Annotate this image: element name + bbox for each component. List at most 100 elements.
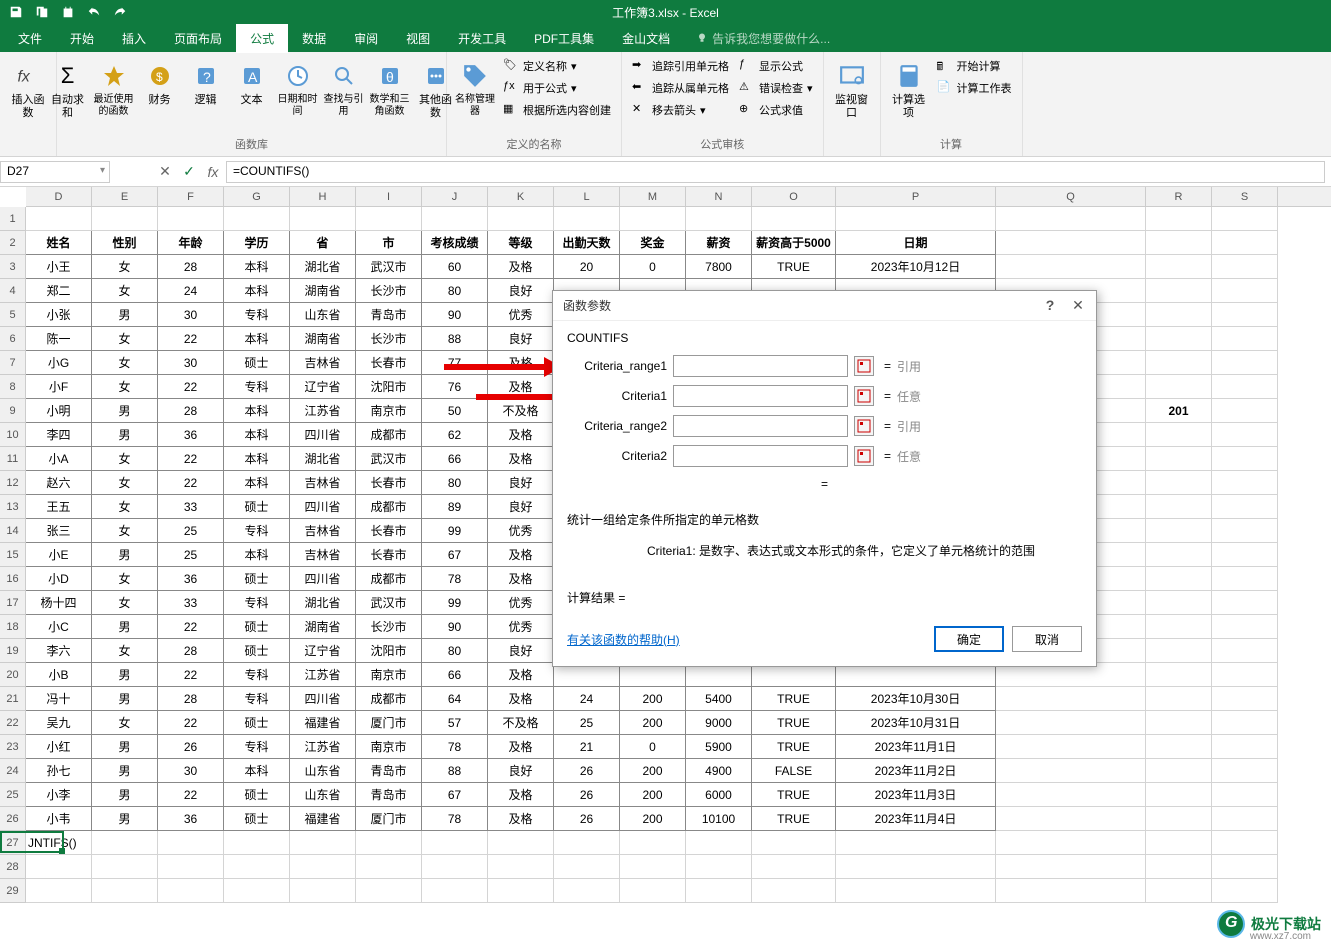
table-cell[interactable]: 山东省: [290, 783, 356, 807]
col-header[interactable]: D: [26, 187, 92, 206]
tab-wps[interactable]: 金山文档: [608, 24, 684, 53]
range-picker-1[interactable]: [854, 356, 874, 376]
table-cell[interactable]: 9000: [686, 711, 752, 735]
table-cell[interactable]: 小李: [26, 783, 92, 807]
table-cell[interactable]: 2023年11月1日: [836, 735, 996, 759]
active-cell[interactable]: JNTIFS(): [26, 831, 92, 855]
table-cell[interactable]: 30: [158, 303, 224, 327]
table-cell[interactable]: 200: [620, 759, 686, 783]
table-cell[interactable]: 25: [158, 519, 224, 543]
table-cell[interactable]: 专科: [224, 519, 290, 543]
table-cell[interactable]: 36: [158, 423, 224, 447]
table-cell[interactable]: 武汉市: [356, 255, 422, 279]
name-box[interactable]: D27: [0, 161, 110, 183]
logical-button[interactable]: ?逻辑: [184, 56, 228, 134]
table-cell[interactable]: 山东省: [290, 759, 356, 783]
row-header[interactable]: 25: [0, 783, 26, 807]
table-cell[interactable]: 女: [92, 447, 158, 471]
table-header-cell[interactable]: 姓名: [26, 231, 92, 255]
table-cell[interactable]: 小B: [26, 663, 92, 687]
table-cell[interactable]: 女: [92, 255, 158, 279]
table-cell[interactable]: 成都市: [356, 495, 422, 519]
table-cell[interactable]: 24: [158, 279, 224, 303]
table-cell[interactable]: 66: [422, 663, 488, 687]
row-header[interactable]: 23: [0, 735, 26, 759]
enter-icon[interactable]: ✓: [178, 161, 200, 183]
row-header[interactable]: 27: [0, 831, 26, 855]
table-cell[interactable]: 及格: [488, 567, 554, 591]
table-cell[interactable]: 江苏省: [290, 663, 356, 687]
table-cell[interactable]: 福建省: [290, 807, 356, 831]
recent-button[interactable]: 最近使用的函数: [92, 56, 136, 134]
row-header[interactable]: 21: [0, 687, 26, 711]
table-cell[interactable]: 良好: [488, 759, 554, 783]
table-cell[interactable]: 小C: [26, 615, 92, 639]
table-cell[interactable]: 长春市: [356, 543, 422, 567]
table-cell[interactable]: 99: [422, 591, 488, 615]
table-cell[interactable]: 本科: [224, 423, 290, 447]
table-cell[interactable]: 男: [92, 807, 158, 831]
define-name-button[interactable]: 🏷定义名称 ▾: [499, 56, 615, 76]
mathtrig-button[interactable]: θ数学和三角函数: [368, 56, 412, 134]
table-cell[interactable]: 28: [158, 399, 224, 423]
table-cell[interactable]: 硕士: [224, 711, 290, 735]
row-header[interactable]: 11: [0, 447, 26, 471]
redo-icon[interactable]: [110, 2, 130, 22]
table-cell[interactable]: 及格: [488, 423, 554, 447]
table-cell[interactable]: 33: [158, 495, 224, 519]
table-cell[interactable]: 长春市: [356, 471, 422, 495]
table-cell[interactable]: 李四: [26, 423, 92, 447]
table-cell[interactable]: 沈阳市: [356, 375, 422, 399]
table-header-cell[interactable]: 考核成绩: [422, 231, 488, 255]
autosum-button[interactable]: Σ自动求和: [46, 56, 90, 134]
col-header[interactable]: F: [158, 187, 224, 206]
name-manager-button[interactable]: 名称管理器: [453, 56, 497, 134]
table-cell[interactable]: 6000: [686, 783, 752, 807]
table-cell[interactable]: 男: [92, 399, 158, 423]
col-header[interactable]: P: [836, 187, 996, 206]
table-cell[interactable]: 辽宁省: [290, 375, 356, 399]
table-cell[interactable]: 吉林省: [290, 543, 356, 567]
table-cell[interactable]: 良好: [488, 471, 554, 495]
table-cell[interactable]: 99: [422, 519, 488, 543]
formula-input[interactable]: =COUNTIFS(): [226, 161, 1325, 183]
table-cell[interactable]: 成都市: [356, 687, 422, 711]
table-cell[interactable]: 青岛市: [356, 783, 422, 807]
table-cell[interactable]: 专科: [224, 591, 290, 615]
row-header[interactable]: 9: [0, 399, 26, 423]
trace-precedents-button[interactable]: ➡追踪引用单元格: [628, 56, 733, 76]
table-cell[interactable]: 女: [92, 471, 158, 495]
table-cell[interactable]: 本科: [224, 327, 290, 351]
table-header-cell[interactable]: 出勤天数: [554, 231, 620, 255]
table-cell[interactable]: 26: [158, 735, 224, 759]
table-cell[interactable]: 长沙市: [356, 615, 422, 639]
row-header[interactable]: 17: [0, 591, 26, 615]
row-header[interactable]: 22: [0, 711, 26, 735]
table-cell[interactable]: 33: [158, 591, 224, 615]
table-cell[interactable]: 吉林省: [290, 471, 356, 495]
table-cell[interactable]: 26: [554, 783, 620, 807]
row-header[interactable]: 5: [0, 303, 26, 327]
tab-home[interactable]: 开始: [56, 24, 108, 53]
table-cell[interactable]: 30: [158, 351, 224, 375]
row-header[interactable]: 15: [0, 543, 26, 567]
create-names-button[interactable]: ▦根据所选内容创建: [499, 100, 615, 120]
use-in-formula-button[interactable]: ƒx用于公式 ▾: [499, 78, 615, 98]
table-cell[interactable]: 硕士: [224, 495, 290, 519]
table-cell[interactable]: 67: [422, 543, 488, 567]
tab-data[interactable]: 数据: [288, 24, 340, 53]
row-header[interactable]: 20: [0, 663, 26, 687]
table-cell[interactable]: 66: [422, 447, 488, 471]
table-cell[interactable]: 良好: [488, 279, 554, 303]
table-cell[interactable]: 67: [422, 783, 488, 807]
fx-button-icon[interactable]: fx: [202, 161, 224, 183]
table-cell[interactable]: 2023年10月12日: [836, 255, 996, 279]
table-cell[interactable]: 22: [158, 375, 224, 399]
criteria1-input[interactable]: [673, 385, 848, 407]
table-cell[interactable]: 男: [92, 543, 158, 567]
table-cell[interactable]: 本科: [224, 279, 290, 303]
table-cell[interactable]: 10100: [686, 807, 752, 831]
col-header[interactable]: M: [620, 187, 686, 206]
table-cell[interactable]: 22: [158, 327, 224, 351]
table-cell[interactable]: TRUE: [752, 687, 836, 711]
